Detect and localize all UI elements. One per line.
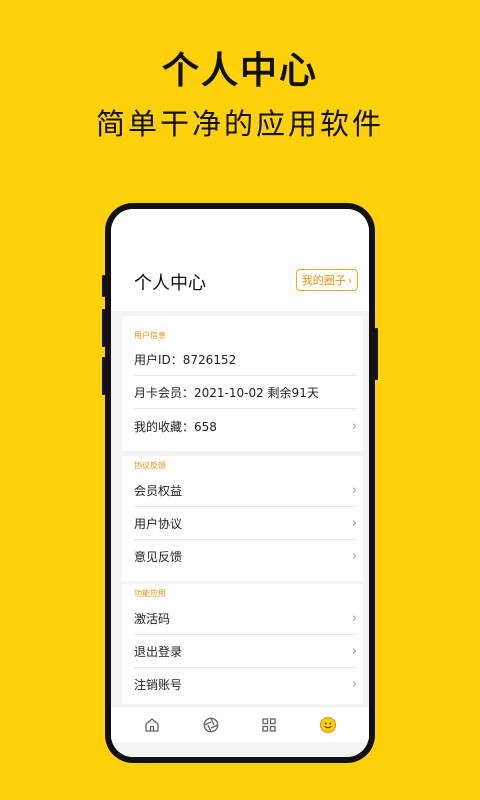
favorites-text: 我的收藏：658 [134,420,217,434]
activation-code-text: 激活码 [134,611,171,626]
chevron-right-icon: › [351,515,357,531]
page-title: 个人中心 [134,273,206,294]
user-agreement-row[interactable]: 用户协议 › [134,507,357,540]
phone-side-button [102,275,105,297]
logout-row[interactable]: 退出登录 › [134,635,357,668]
chevron-right-icon: › [351,549,357,564]
chevron-right-icon: › [347,273,353,287]
chevron-right-icon: › [351,643,357,659]
delete-account-text: 注销账号 [134,678,183,692]
chevron-right-icon: › [351,610,357,626]
logout-text: 退出登录 [134,644,183,659]
tab-discover[interactable] [199,713,223,737]
chevron-right-icon: › [351,482,357,498]
section-label-functions: 功能应用 [134,589,166,598]
phone-side-button [102,357,105,395]
member-benefits-row[interactable]: 会员权益 › [134,474,357,507]
tab-apps[interactable] [257,713,281,737]
hero-subtitle: 简单干净的应用软件 [95,107,384,141]
profile-content: 用户信息 用户ID：8726152 月卡会员：2021-10-02 剩余91天 … [111,311,369,757]
phone-power-button [375,328,378,380]
user-agreement-text: 用户协议 [134,516,183,531]
chevron-right-icon: › [351,677,357,692]
feedback-row[interactable]: 意见反馈 › [134,540,357,573]
grid-icon [262,717,276,732]
favorites-row[interactable]: 我的收藏：658 › [134,410,357,443]
section-label-user-info: 用户信息 [134,331,166,340]
agreement-card: 协议反馈 会员权益 › 用户协议 › 意见反馈 › [122,456,363,581]
home-icon [145,717,159,732]
tab-home[interactable] [140,713,164,737]
feedback-text: 意见反馈 [134,550,183,564]
user-id-row: 用户ID：8726152 [134,343,357,376]
bottom-tabbar [111,706,369,742]
section-label-agreement: 协议反馈 [134,461,166,470]
user-id-text: 用户ID：8726152 [134,352,237,367]
activation-code-row[interactable]: 激活码 › [134,602,357,635]
phone-side-button [102,309,105,347]
my-circle-button[interactable]: 我的圈子 › [296,269,358,291]
phone-screen: 个人中心 我的圈子 › 用户信息 用户ID：8726152 月卡会员：2021-… [111,209,369,757]
functions-card: 功能应用 激活码 › 退出登录 › 注销账号 › [122,584,363,704]
screen-header: 个人中心 我的圈子 › [111,209,369,311]
membership-row: 月卡会员：2021-10-02 剩余91天 [134,376,357,409]
membership-text: 月卡会员：2021-10-02 剩余91天 [134,385,319,400]
user-info-card: 用户信息 用户ID：8726152 月卡会员：2021-10-02 剩余91天 … [122,316,363,451]
smile-icon [319,716,336,733]
delete-account-row[interactable]: 注销账号 › [134,668,357,701]
member-benefits-text: 会员权益 [134,483,183,498]
aperture-icon [203,717,219,732]
chevron-right-icon: › [351,419,357,434]
phone-mockup: 个人中心 我的圈子 › 用户信息 用户ID：8726152 月卡会员：2021-… [102,203,378,763]
my-circle-label: 我的圈子 [301,274,346,287]
hero-title: 个人中心 [162,49,318,92]
tab-profile[interactable] [316,713,340,737]
